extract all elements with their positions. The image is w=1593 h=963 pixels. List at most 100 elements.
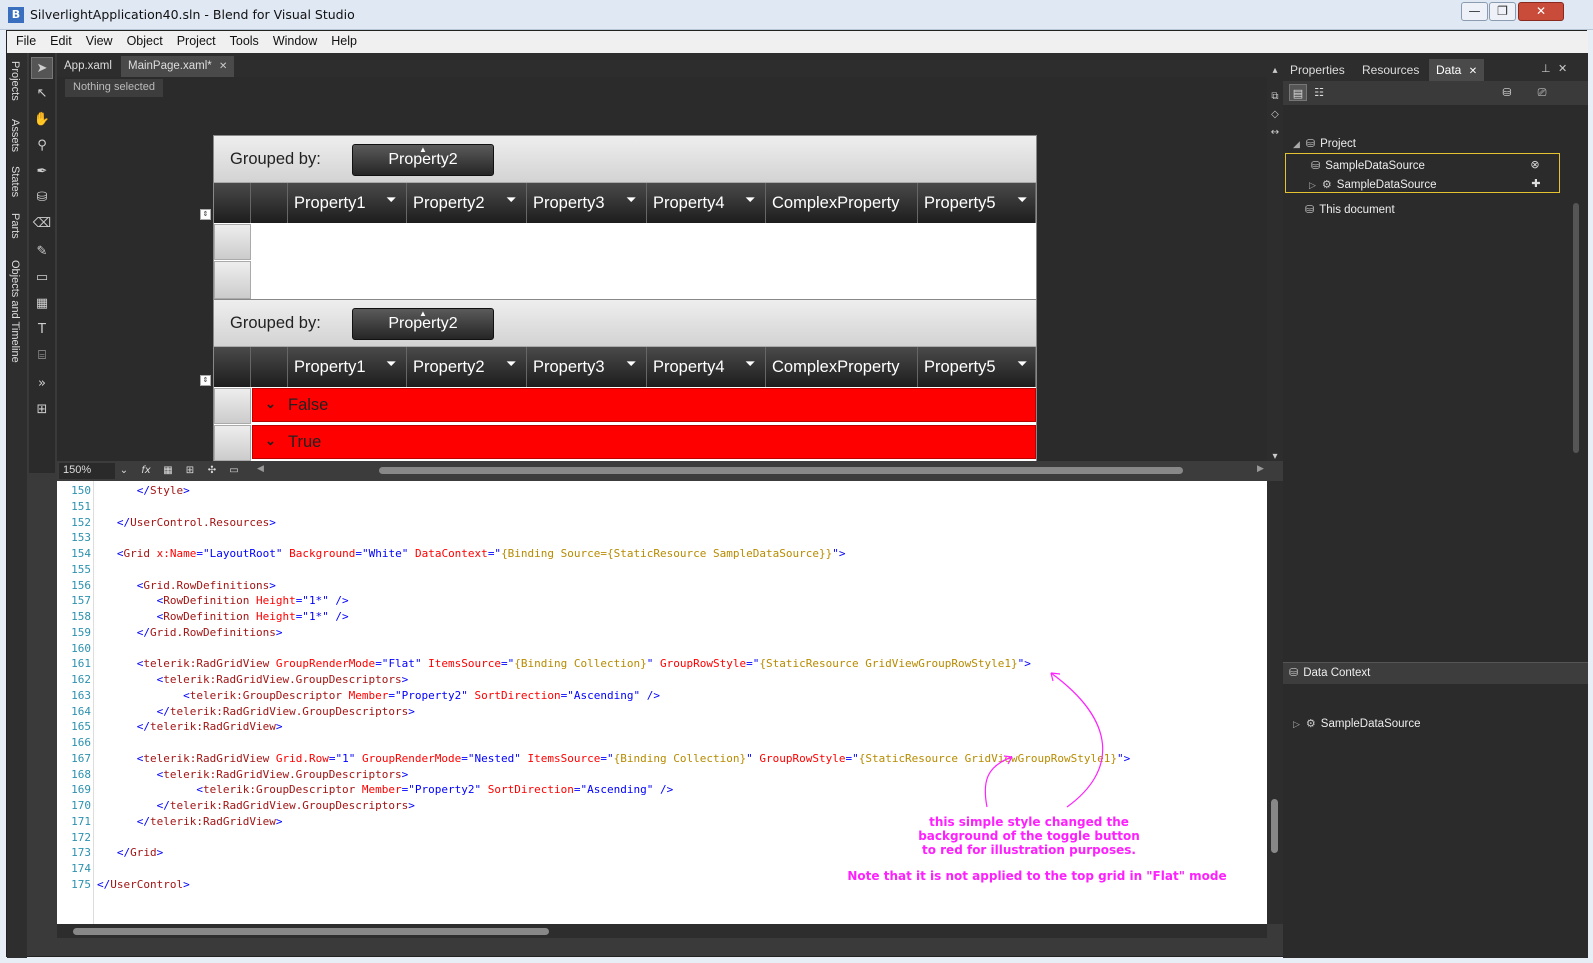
grid-row-adorner[interactable]: ⇕: [200, 209, 211, 220]
filter-icon[interactable]: ⏷: [386, 357, 400, 373]
tree-item-sampledatasource[interactable]: ⛁ SampleDataSource: [1311, 159, 1425, 177]
tab-data[interactable]: Data ✕: [1429, 59, 1485, 81]
radgridview-flat[interactable]: Grouped by: ▲ Property2 Property1 ⏷ Prop…: [213, 135, 1037, 301]
tab-resources[interactable]: Resources: [1355, 59, 1426, 81]
zoom-level-field[interactable]: 150%: [59, 463, 115, 479]
create-sample-data-icon[interactable]: ⎚: [1533, 84, 1551, 101]
snap-to-snaplines-icon[interactable]: ✣: [203, 463, 221, 479]
tree-item-sampledatasource-collection[interactable]: ▷ ⚙ SampleDataSource: [1309, 178, 1437, 196]
scroll-up-icon[interactable]: ▴: [1269, 65, 1281, 77]
remove-data-source-icon[interactable]: ⊗: [1526, 156, 1544, 173]
tab-assets[interactable]: Assets: [9, 119, 21, 152]
tab-states[interactable]: States: [9, 166, 21, 197]
scroll-left-icon[interactable]: ◀: [257, 464, 264, 474]
paint-bucket-icon[interactable]: ⛁: [31, 187, 53, 209]
code-view-icon[interactable]: ◇: [1269, 109, 1281, 121]
filter-icon[interactable]: ⏷: [1017, 357, 1031, 373]
pan-hand-icon[interactable]: ✋: [31, 109, 53, 131]
annotations-icon[interactable]: ▭: [225, 463, 243, 479]
scroll-right-icon[interactable]: ▶: [1257, 464, 1264, 474]
group-row-true[interactable]: ⌄ True: [252, 425, 1036, 459]
editor-horizontal-scrollbar[interactable]: [57, 924, 1267, 938]
sample-data-icon: ⚙: [1305, 718, 1316, 730]
menu-window[interactable]: Window: [266, 31, 324, 48]
close-button[interactable]: ✕: [1518, 2, 1564, 21]
eyedropper-icon[interactable]: ✒: [31, 161, 53, 183]
chevron-down-icon[interactable]: ⌄: [265, 388, 276, 420]
zoom-dropdown-icon[interactable]: ⌄: [115, 463, 133, 479]
menu-object[interactable]: Object: [120, 31, 170, 48]
add-property-icon[interactable]: ✚: [1527, 175, 1545, 192]
tab-parts[interactable]: Parts: [9, 213, 21, 239]
tree-item-project[interactable]: ◢ ⛁ Project: [1293, 137, 1356, 155]
column-header-complexproperty[interactable]: ComplexProperty: [766, 347, 918, 387]
menu-project[interactable]: Project: [170, 31, 223, 48]
filter-icon[interactable]: ⏷: [506, 193, 520, 209]
collapsed-triangle-icon[interactable]: ▷: [1293, 719, 1300, 729]
details-mode-icon[interactable]: ☷: [1310, 84, 1328, 101]
create-data-source-icon[interactable]: ⛁: [1498, 84, 1516, 101]
filter-icon[interactable]: ⏷: [626, 193, 640, 209]
snap-to-grid-icon[interactable]: ⊞: [181, 463, 199, 479]
filter-icon[interactable]: ⏷: [386, 193, 400, 209]
filter-icon[interactable]: ⏷: [745, 357, 759, 373]
close-icon[interactable]: ✕: [219, 61, 227, 72]
minimize-button[interactable]: —: [1461, 2, 1488, 21]
radgridview-nested[interactable]: Grouped by: ▲ Property2 Property1 ⏷ Prop…: [213, 299, 1037, 463]
tree-item-data-context-source[interactable]: ▷ ⚙ SampleDataSource: [1293, 717, 1421, 735]
pen-icon[interactable]: ✎: [31, 241, 53, 263]
column-header-label: ComplexProperty: [772, 358, 900, 376]
split-view-icon[interactable]: ⧉: [1269, 91, 1281, 103]
tree-item-this-document[interactable]: ⛁ This document: [1305, 203, 1395, 221]
close-icon[interactable]: ✕: [1469, 66, 1477, 77]
maximize-button[interactable]: ❐: [1489, 2, 1516, 21]
menu-tools[interactable]: Tools: [223, 31, 266, 48]
filter-icon[interactable]: ⏷: [1017, 193, 1031, 209]
tab-mainpage-xaml[interactable]: MainPage.xaml* ✕: [121, 56, 235, 77]
tab-projects[interactable]: Projects: [9, 61, 21, 101]
show-grid-icon[interactable]: ▦: [159, 463, 177, 479]
panel-scrollbar-thumb[interactable]: [1573, 203, 1579, 453]
row-indicator: [214, 425, 251, 461]
tab-app-xaml[interactable]: App.xaml: [57, 56, 119, 77]
horizontal-scrollbar-thumb[interactable]: [379, 467, 1183, 474]
pin-icon[interactable]: ⊥: [1541, 62, 1551, 75]
tab-properties[interactable]: Properties: [1283, 59, 1352, 81]
filter-icon[interactable]: ⏷: [506, 357, 520, 373]
text-icon[interactable]: T: [31, 319, 53, 341]
selection-arrow-icon[interactable]: ➤: [31, 57, 53, 79]
menu-view[interactable]: View: [79, 31, 120, 48]
chevron-down-icon[interactable]: ⌄: [265, 425, 276, 457]
expanded-triangle-icon[interactable]: ◢: [1293, 139, 1300, 149]
menu-edit[interactable]: Edit: [43, 31, 79, 48]
zoom-icon[interactable]: ⚲: [31, 135, 53, 157]
group-chip-property2[interactable]: ▲ Property2: [352, 308, 494, 340]
group-chip-property2[interactable]: ▲ Property2: [352, 144, 494, 176]
grid-row-adorner[interactable]: ⇕: [200, 375, 211, 386]
filter-icon[interactable]: ⏷: [745, 193, 759, 209]
collapsed-triangle-icon[interactable]: ▷: [1309, 180, 1316, 190]
scrollbar-thumb[interactable]: [73, 928, 549, 935]
group-row-false[interactable]: ⌄ False: [252, 388, 1036, 422]
list-mode-icon[interactable]: ▤: [1289, 84, 1307, 101]
more-tools-icon[interactable]: »: [31, 373, 53, 395]
column-header-complexproperty[interactable]: ComplexProperty: [766, 183, 918, 223]
assets-icon[interactable]: ⊞: [31, 399, 53, 421]
direct-selection-icon[interactable]: ↖: [31, 83, 53, 105]
eraser-icon[interactable]: ⌫: [31, 213, 53, 235]
xaml-code-editor[interactable]: 150 151 152 153 154 155 156 157 158 159 …: [57, 481, 1267, 924]
rectangle-icon[interactable]: ▭: [31, 267, 53, 289]
artboard[interactable]: Nothing selected Grouped by: ▲ Property2…: [57, 77, 1267, 463]
database-icon: ⛁: [1311, 160, 1321, 172]
effects-fx-button[interactable]: fx: [137, 463, 155, 479]
menu-help[interactable]: Help: [324, 31, 364, 48]
close-icon[interactable]: ✕: [1558, 62, 1567, 75]
fit-width-icon[interactable]: ↔: [1269, 127, 1281, 139]
tab-objects-and-timeline[interactable]: Objects and Timeline: [9, 260, 21, 363]
grid-icon[interactable]: ▦: [31, 293, 53, 315]
editor-vertical-scrollbar[interactable]: [1267, 481, 1283, 924]
control-icon[interactable]: ⌸: [31, 345, 53, 367]
filter-icon[interactable]: ⏷: [626, 357, 640, 373]
menu-file[interactable]: File: [9, 31, 43, 48]
scrollbar-thumb[interactable]: [1271, 799, 1278, 853]
